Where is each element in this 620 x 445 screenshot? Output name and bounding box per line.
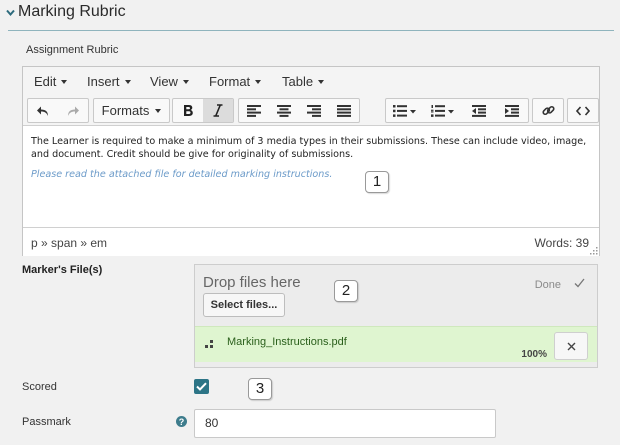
drop-zone-label[interactable]: Drop files here bbox=[203, 274, 301, 291]
caret-down-icon bbox=[182, 80, 189, 84]
numbered-list-icon bbox=[431, 104, 454, 117]
select-files-label: Select files... bbox=[210, 299, 278, 311]
select-files-button[interactable]: Select files... bbox=[203, 293, 285, 317]
editor-toolbar: Formats bbox=[23, 95, 599, 126]
section-header[interactable]: Marking Rubric bbox=[0, 0, 614, 31]
assignment-rubric-label: Assignment Rubric bbox=[26, 44, 119, 56]
list-group bbox=[385, 98, 529, 123]
editor-statusbar: p » span » em Words: 39 bbox=[23, 227, 599, 256]
link-group bbox=[532, 98, 564, 123]
indent-icon bbox=[504, 104, 519, 117]
section-title: Marking Rubric bbox=[18, 3, 126, 20]
formats-label: Formats bbox=[101, 103, 150, 118]
uploaded-file-name[interactable]: Marking_Instructions.pdf bbox=[227, 336, 347, 348]
caret-down-icon bbox=[318, 80, 325, 84]
menu-table-label: Table bbox=[282, 74, 314, 89]
bullet-list-button[interactable] bbox=[386, 99, 424, 122]
callout-marker-2: 2 bbox=[334, 280, 358, 302]
editor-menubar: Edit Insert View Format Table bbox=[23, 67, 599, 95]
file-drag-handle-icon[interactable] bbox=[205, 340, 214, 349]
menu-table[interactable]: Table bbox=[282, 74, 325, 89]
bullet-list-icon bbox=[393, 104, 416, 117]
caret-down-icon bbox=[255, 80, 262, 84]
caret-down-icon bbox=[124, 80, 131, 84]
menu-view-label: View bbox=[150, 74, 178, 89]
checkmark-icon bbox=[196, 382, 207, 391]
passmark-input[interactable]: 80 bbox=[194, 409, 496, 438]
word-count: Words: 39 bbox=[534, 236, 589, 250]
undo-icon bbox=[37, 106, 48, 116]
align-left-icon bbox=[247, 104, 261, 117]
undo-button[interactable] bbox=[28, 99, 58, 122]
menu-edit[interactable]: Edit bbox=[34, 74, 68, 89]
resize-handle-icon[interactable] bbox=[590, 247, 598, 255]
remove-file-button[interactable] bbox=[554, 332, 588, 360]
markers-files-label: Marker's File(s) bbox=[22, 264, 103, 276]
caret-down-icon bbox=[155, 108, 162, 113]
formats-dropdown[interactable]: Formats bbox=[93, 98, 170, 123]
menu-insert[interactable]: Insert bbox=[87, 74, 131, 89]
passmark-value: 80 bbox=[205, 416, 219, 430]
editor-content[interactable]: The Learner is required to make a minimu… bbox=[31, 135, 591, 181]
redo-button[interactable] bbox=[58, 99, 88, 122]
italic-button[interactable] bbox=[203, 99, 233, 122]
align-center-icon bbox=[277, 104, 291, 117]
italic-icon bbox=[213, 104, 223, 117]
align-justify-icon bbox=[337, 104, 351, 117]
outdent-button[interactable] bbox=[462, 99, 495, 122]
menu-view[interactable]: View bbox=[150, 74, 189, 89]
code-group bbox=[567, 98, 599, 123]
scored-checkbox[interactable] bbox=[194, 379, 209, 394]
align-right-button[interactable] bbox=[299, 99, 329, 122]
check-icon bbox=[574, 278, 585, 288]
passmark-label: Passmark bbox=[22, 416, 71, 428]
menu-format-label: Format bbox=[209, 74, 251, 89]
formats-button: Formats bbox=[94, 99, 169, 122]
scored-label: Scored bbox=[22, 381, 57, 393]
source-code-button[interactable] bbox=[568, 99, 598, 122]
link-icon bbox=[541, 105, 555, 116]
callout-marker-3: 3 bbox=[248, 378, 272, 400]
rubric-emphasis-text: Please read the attached file for detail… bbox=[31, 169, 333, 180]
align-left-button[interactable] bbox=[239, 99, 269, 122]
uploaded-file-row: Marking_Instructions.pdf 100% bbox=[195, 326, 597, 362]
outdent-icon bbox=[471, 104, 486, 117]
chevron-down-icon bbox=[6, 9, 15, 17]
caret-down-icon bbox=[61, 80, 68, 84]
close-icon bbox=[567, 342, 575, 350]
indent-button[interactable] bbox=[495, 99, 528, 122]
bold-button[interactable] bbox=[173, 99, 203, 122]
numbered-list-button[interactable] bbox=[424, 99, 462, 122]
divider bbox=[8, 30, 614, 31]
rich-text-editor[interactable]: Edit Insert View Format Table Formats Th… bbox=[22, 66, 600, 256]
rubric-body-text: The Learner is required to make a minimu… bbox=[31, 136, 587, 160]
align-justify-button[interactable] bbox=[329, 99, 359, 122]
menu-format[interactable]: Format bbox=[209, 74, 262, 89]
history-group bbox=[27, 98, 89, 123]
redo-icon bbox=[68, 106, 79, 116]
upload-progress-text: 100% bbox=[521, 349, 547, 360]
link-button[interactable] bbox=[533, 99, 563, 122]
element-path[interactable]: p » span » em bbox=[31, 236, 107, 250]
callout-marker-1: 1 bbox=[365, 171, 389, 193]
menu-insert-label: Insert bbox=[87, 74, 120, 89]
menu-edit-label: Edit bbox=[34, 74, 57, 89]
code-icon bbox=[576, 105, 590, 116]
align-center-button[interactable] bbox=[269, 99, 299, 122]
style-group bbox=[172, 98, 234, 123]
align-right-icon bbox=[307, 104, 321, 117]
done-label: Done bbox=[534, 279, 561, 291]
bold-icon bbox=[184, 105, 193, 116]
alignment-group bbox=[238, 98, 360, 123]
file-upload-panel: Drop files here Select files... Done Mar… bbox=[194, 264, 598, 368]
help-icon[interactable]: ? bbox=[176, 416, 187, 427]
